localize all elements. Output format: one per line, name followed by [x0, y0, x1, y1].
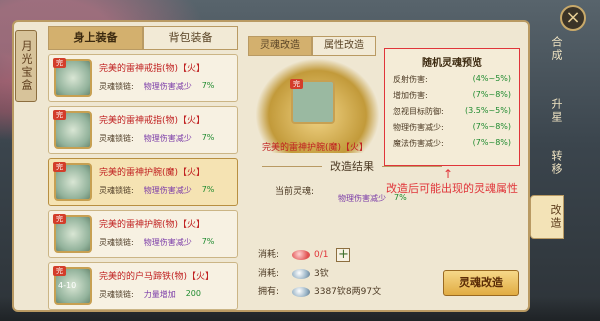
soul-reform-button[interactable]: 灵魂改造 — [443, 270, 519, 296]
tab-soul-reform[interactable]: 灵魂改造 — [248, 36, 312, 56]
rail-item-compose[interactable]: 合成 — [530, 36, 564, 62]
tab-bag[interactable]: 背包装备 — [143, 26, 238, 50]
cauldron-icon: 完 — [255, 58, 380, 153]
stat-label: 物理伤害减少 — [143, 82, 192, 91]
tab-equipped[interactable]: 身上装备 — [48, 26, 143, 50]
list-item[interactable]: 完 完美的雷神护腕(物)【火】 灵魂锁链: 物理伤害减少 7% — [48, 210, 238, 258]
preview-value: (4%~5%) — [472, 74, 511, 83]
owned-row: 拥有: 3387钦8两97文 — [258, 284, 381, 297]
bracer-icon: 完 — [53, 162, 92, 201]
preview-value: (7%~8%) — [472, 122, 511, 131]
slot-label: 灵魂锁链: — [99, 82, 134, 91]
perfect-ribbon-icon: 完 — [53, 110, 66, 120]
divider — [262, 165, 322, 167]
annotation-text: 改造后可能出现的灵魂属性 — [386, 182, 518, 195]
consumption-row: 消耗: 0/1 + — [258, 247, 351, 262]
consumption-row: 消耗: 3钦 — [258, 266, 329, 279]
preview-row: 增加伤害: (7%~8%) — [385, 90, 519, 101]
perfect-ribbon-icon: 完 — [53, 266, 66, 276]
preview-row: 物理伤害减少: (7%~8%) — [385, 122, 519, 133]
stat-label: 物理伤害减少 — [143, 186, 192, 195]
stat-value: 7% — [201, 185, 215, 194]
selected-equipment-slot[interactable]: 完 — [290, 79, 335, 124]
perfect-ribbon-icon: 完 — [290, 79, 303, 89]
stat-value: 7% — [201, 133, 215, 142]
side-tab-moonlight-box[interactable]: 月光宝盒 — [15, 30, 37, 102]
silver-ingot-icon — [292, 286, 310, 297]
preview-label: 物理伤害减少: — [393, 123, 444, 132]
preview-row: 反射伤害: (4%~5%) — [385, 74, 519, 85]
close-icon: × — [565, 7, 581, 28]
rail-item-reform[interactable]: 改造 — [530, 195, 564, 239]
item-name: 完美的雷神戒指(物)【火】 — [99, 116, 206, 126]
list-item[interactable]: 完 完美的雷神戒指(物)【火】 灵魂锁链: 物理伤害减少 7% — [48, 106, 238, 154]
horseshoe-icon: 完 4-10 — [53, 266, 92, 305]
stat-label: 物理伤害减少 — [143, 134, 192, 143]
item-name: 完美的雷神戒指(物)【火】 — [99, 64, 206, 74]
current-soul-label: 当前灵魂: — [275, 187, 315, 197]
tab-attribute-reform[interactable]: 属性改造 — [312, 36, 376, 56]
stat-label: 物理伤害减少 — [143, 238, 192, 247]
preview-label: 忽视目标防御: — [393, 107, 444, 116]
consumption-value: 0/1 — [314, 250, 329, 260]
preview-label: 增加伤害: — [393, 91, 428, 100]
slot-label: 灵魂锁链: — [99, 186, 134, 195]
arrow-up-icon: ↑ — [443, 167, 454, 181]
stat-label: 力量增加 — [143, 290, 176, 299]
equipment-tabs: 身上装备 背包装备 — [48, 26, 238, 50]
result-title: 改造结果 — [330, 160, 374, 173]
stat-value: 200 — [185, 289, 201, 298]
selected-equipment-name: 完美的雷神护腕(魔)【火】 — [261, 143, 369, 153]
item-name: 完美的雷神护腕(物)【火】 — [99, 220, 206, 230]
consumption-value: 3钦 — [314, 269, 329, 279]
rail-item-star-up[interactable]: 升星 — [530, 98, 564, 124]
slot-label: 灵魂锁链: — [99, 134, 134, 143]
item-name: 完美的的户马蹄铁(物)【火】 — [99, 272, 215, 282]
list-item[interactable]: 完 完美的雷神戒指(物)【火】 灵魂锁链: 物理伤害减少 7% — [48, 54, 238, 102]
bracer-icon: 完 — [53, 214, 92, 253]
item-name: 完美的雷神护腕(魔)【火】 — [99, 168, 206, 178]
add-button[interactable]: + — [336, 247, 351, 262]
preview-value: (7%~8%) — [472, 138, 511, 147]
preview-value: (7%~8%) — [472, 90, 511, 99]
owned-label: 拥有: — [258, 287, 280, 297]
perfect-ribbon-icon: 完 — [53, 214, 66, 224]
preview-label: 反射伤害: — [393, 75, 428, 84]
preview-row: 忽视目标防御: (3.5%~5%) — [385, 106, 519, 117]
red-gem-icon — [292, 249, 310, 260]
preview-title: 随机灵魂预览 — [422, 58, 482, 69]
silver-ingot-icon — [292, 268, 310, 279]
level-badge: 4-10 — [58, 281, 77, 290]
consumption-label: 消耗: — [258, 269, 280, 279]
consumption-label: 消耗: — [258, 250, 280, 260]
stat-label: 物理伤害减少 — [338, 194, 386, 203]
preview-row: 魔法伤害减少: (7%~8%) — [385, 138, 519, 149]
preview-value: (3.5%~5%) — [465, 106, 511, 115]
random-soul-preview: 随机灵魂预览 反射伤害: (4%~5%) 增加伤害: (7%~8%) 忽视目标防御:… — [384, 48, 520, 166]
stat-value: 7% — [201, 237, 215, 246]
perfect-ribbon-icon: 完 — [53, 58, 66, 68]
rail-item-transfer[interactable]: 转移 — [530, 150, 564, 176]
owned-value: 3387钦8两97文 — [314, 287, 382, 297]
reform-tabs: 灵魂改造 属性改造 — [248, 36, 376, 56]
equipment-list: 完 完美的雷神戒指(物)【火】 灵魂锁链: 物理伤害减少 7% 完 完美的雷神戒… — [48, 54, 238, 314]
stat-value: 7% — [201, 81, 215, 90]
slot-label: 灵魂锁链: — [99, 290, 134, 299]
list-item[interactable]: 完 4-10 完美的的户马蹄铁(物)【火】 灵魂锁链: 力量增加 200 — [48, 262, 238, 310]
slot-label: 灵魂锁链: — [99, 238, 134, 247]
perfect-ribbon-icon: 完 — [53, 162, 66, 172]
ring-icon: 完 — [53, 110, 92, 149]
list-item-selected[interactable]: 完 完美的雷神护腕(魔)【火】 灵魂锁链: 物理伤害减少 7% — [48, 158, 238, 206]
ring-icon: 完 — [53, 58, 92, 97]
right-rail: 合成 升星 转移 改造 — [530, 20, 564, 312]
preview-label: 魔法伤害减少: — [393, 139, 444, 148]
